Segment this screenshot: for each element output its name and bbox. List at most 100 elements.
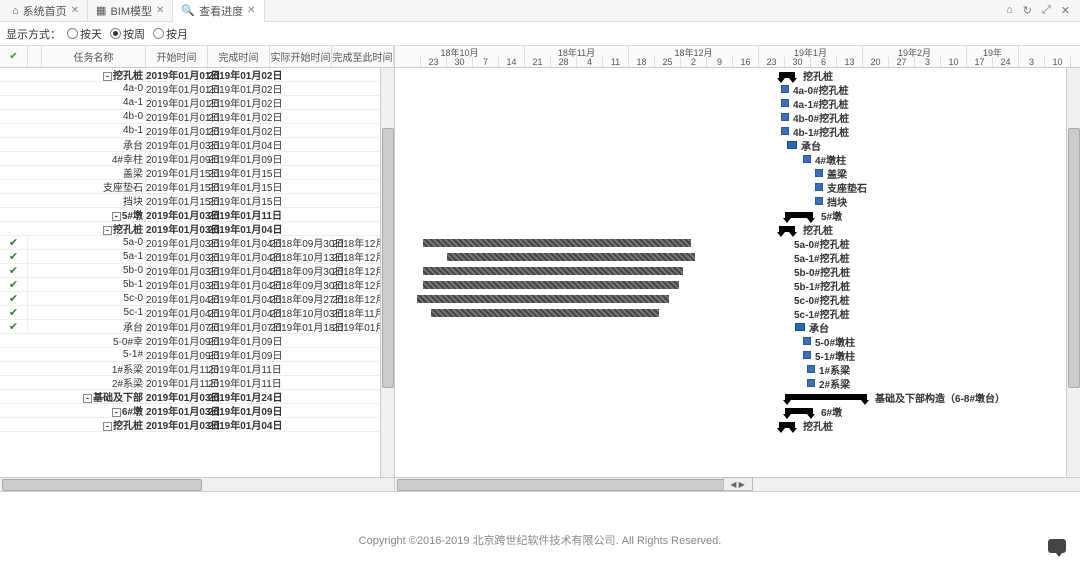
expand-icon[interactable]: - (112, 408, 121, 417)
table-row[interactable]: 承台2019年01月03日2019年01月04日 (0, 138, 394, 152)
refresh-icon[interactable]: ↻ (1023, 4, 1032, 17)
gantt-task[interactable]: 4b-0#挖孔桩 (781, 110, 849, 124)
gantt-task[interactable]: 盖梁 (815, 166, 847, 180)
gantt-task[interactable]: 2#系梁 (807, 376, 850, 390)
tab-查看进度[interactable]: 🔍查看进度✕ (173, 0, 264, 22)
table-row[interactable]: -挖孔桩2019年01月01日2019年01月02日 (0, 68, 394, 82)
table-row[interactable]: ✔5b-02019年01月03日2019年01月04日2018年09月30日20… (0, 264, 394, 278)
left-vertical-scrollbar[interactable] (380, 68, 394, 477)
start-cell: 2019年01月01日 (146, 81, 208, 96)
gantt-task[interactable]: 基础及下部构造（6-8#墩台） (785, 390, 867, 404)
table-row[interactable]: ✔5c-02019年01月04日2019年01月04日2018年09月27日20… (0, 292, 394, 306)
gantt-task[interactable]: 5c-0#挖孔桩 (417, 292, 669, 306)
table-row[interactable]: 2#系梁2019年01月11日2019年01月11日 (0, 376, 394, 390)
start-cell: 2019年01月03日 (146, 277, 208, 292)
end-cell: 2019年01月11日 (208, 361, 270, 376)
fullscreen-icon[interactable]: ⤢ (1042, 4, 1051, 17)
end-cell: 2019年01月04日 (208, 291, 270, 306)
tab-BIM模型[interactable]: ▦BIM模型✕ (88, 0, 173, 22)
day-header: 17 (967, 57, 993, 67)
col-start[interactable]: 开始时间 (146, 46, 208, 67)
right-vertical-scrollbar[interactable] (1066, 68, 1080, 477)
expand-icon[interactable]: - (103, 422, 112, 431)
day-header: 7 (473, 57, 499, 67)
left-horizontal-scrollbar[interactable] (0, 477, 394, 491)
table-row[interactable]: ✔5a-02019年01月03日2019年01月04日2018年09月30日20… (0, 236, 394, 250)
gantt-task[interactable]: 5-0#墩柱 (803, 334, 855, 348)
gantt-task[interactable]: 6#墩 (785, 404, 813, 418)
gantt-task[interactable]: 支座垫石 (815, 180, 867, 194)
table-row[interactable]: 4a-02019年01月01日2019年01月02日 (0, 82, 394, 96)
expand-icon[interactable]: - (103, 226, 112, 235)
task-icon (781, 99, 789, 107)
table-row[interactable]: 4#幸柱2019年01月09日2019年01月09日 (0, 152, 394, 166)
home-icon[interactable]: ⌂ (1006, 4, 1013, 17)
gantt-task[interactable]: 4a-1#挖孔桩 (781, 96, 849, 110)
start-cell: 2019年01月15日 (146, 165, 208, 180)
day-header: 3 (1019, 57, 1045, 67)
table-row[interactable]: ✔5c-12019年01月04日2019年01月04日2018年10月03日20… (0, 306, 394, 320)
close-icon[interactable]: ✕ (1061, 4, 1070, 17)
radio-按天[interactable]: 按天 (67, 26, 102, 42)
table-row[interactable]: -5#墩2019年01月03日2019年01月11日 (0, 208, 394, 222)
task-name-cell: 4#幸柱 (42, 151, 146, 166)
tab-close-icon[interactable]: ✕ (247, 5, 255, 16)
splitter-handle[interactable]: ◀ ▶ (723, 477, 753, 491)
tab-close-icon[interactable]: ✕ (71, 5, 79, 16)
table-row[interactable]: -挖孔桩2019年01月03日2019年01月04日 (0, 222, 394, 236)
table-row[interactable]: 5-0#幸2019年01月09日2019年01月09日 (0, 334, 394, 348)
table-row[interactable]: ✔承台2019年01月07日2019年01月07日2019年01月18日2019… (0, 320, 394, 334)
col-end[interactable]: 完成时间 (208, 46, 270, 67)
table-row[interactable]: 5-1#2019年01月09日2019年01月09日 (0, 348, 394, 362)
gantt-task[interactable]: 5a-0#挖孔桩 (423, 236, 691, 250)
radio-按周[interactable]: 按周 (110, 26, 145, 42)
timeline-header: 18年10月18年11月18年12月19年1月19年2月19年 23307142… (395, 46, 1080, 68)
gantt-task[interactable]: 挡块 (815, 194, 847, 208)
tab-系统首页[interactable]: ⌂系统首页✕ (4, 0, 88, 22)
task-table-pane: ✔ 任务名称 开始时间 完成时间 实际开始时间 完成至此时间 -挖孔桩2019年… (0, 46, 395, 491)
table-row[interactable]: 盖梁2019年01月15日2019年01月15日 (0, 166, 394, 180)
chat-icon[interactable] (1048, 539, 1066, 553)
table-row[interactable]: ✔5b-12019年01月03日2019年01月04日2018年09月30日20… (0, 278, 394, 292)
actual-start-cell: 2019年01月18日 (270, 319, 332, 334)
gantt-task[interactable]: 挖孔桩 (779, 68, 795, 82)
gantt-task[interactable]: 5#墩 (785, 208, 813, 222)
gantt-task[interactable]: 5b-1#挖孔桩 (423, 278, 679, 292)
gantt-task[interactable]: 承台 (795, 320, 829, 334)
expand-icon[interactable]: - (112, 212, 121, 221)
task-table-body[interactable]: -挖孔桩2019年01月01日2019年01月02日4a-02019年01月01… (0, 68, 394, 477)
col-task-name[interactable]: 任务名称 (42, 46, 146, 67)
expand-icon[interactable]: - (83, 394, 92, 403)
table-row[interactable]: ✔5a-12019年01月03日2019年01月04日2018年10月13日20… (0, 250, 394, 264)
gantt-task[interactable]: 5a-1#挖孔桩 (447, 250, 695, 264)
radio-按月[interactable]: 按月 (153, 26, 188, 42)
gantt-task[interactable]: 挖孔桩 (779, 418, 795, 432)
gantt-task[interactable]: 5c-1#挖孔桩 (431, 306, 659, 320)
gantt-label: 承台 (809, 320, 829, 335)
table-row[interactable]: 4b-12019年01月01日2019年01月02日 (0, 124, 394, 138)
gantt-task[interactable]: 承台 (787, 138, 821, 152)
table-row[interactable]: -基础及下部2019年01月03日2019年01月24日 (0, 390, 394, 404)
gantt-task[interactable]: 4#墩柱 (803, 152, 846, 166)
col-actual-start[interactable]: 实际开始时间 (270, 46, 332, 67)
gantt-task[interactable]: 5b-0#挖孔桩 (423, 264, 683, 278)
gantt-chart[interactable]: 挖孔桩4a-0#挖孔桩4a-1#挖孔桩4b-0#挖孔桩4b-1#挖孔桩承台4#墩… (395, 68, 1080, 477)
end-cell: 2019年01月11日 (208, 375, 270, 390)
expand-icon[interactable]: - (103, 72, 112, 81)
gantt-task[interactable]: 5-1#墩柱 (803, 348, 855, 362)
gantt-label: 5-1#墩柱 (815, 348, 855, 363)
check-header-icon[interactable]: ✔ (0, 46, 28, 67)
table-row[interactable]: -挖孔桩2019年01月03日2019年01月04日 (0, 418, 394, 432)
table-row[interactable]: 1#系梁2019年01月11日2019年01月11日 (0, 362, 394, 376)
gantt-task[interactable]: 1#系梁 (807, 362, 850, 376)
table-row[interactable]: 4b-02019年01月01日2019年01月02日 (0, 110, 394, 124)
col-actual-end[interactable]: 完成至此时间 (332, 46, 394, 67)
table-row[interactable]: 挡块2019年01月15日2019年01月15日 (0, 194, 394, 208)
gantt-task[interactable]: 挖孔桩 (779, 222, 795, 236)
table-row[interactable]: -6#墩2019年01月03日2019年01月09日 (0, 404, 394, 418)
gantt-task[interactable]: 4b-1#挖孔桩 (781, 124, 849, 138)
tab-close-icon[interactable]: ✕ (156, 5, 164, 16)
table-row[interactable]: 支座垫石2019年01月15日2019年01月15日 (0, 180, 394, 194)
gantt-task[interactable]: 4a-0#挖孔桩 (781, 82, 849, 96)
table-row[interactable]: 4a-12019年01月01日2019年01月02日 (0, 96, 394, 110)
